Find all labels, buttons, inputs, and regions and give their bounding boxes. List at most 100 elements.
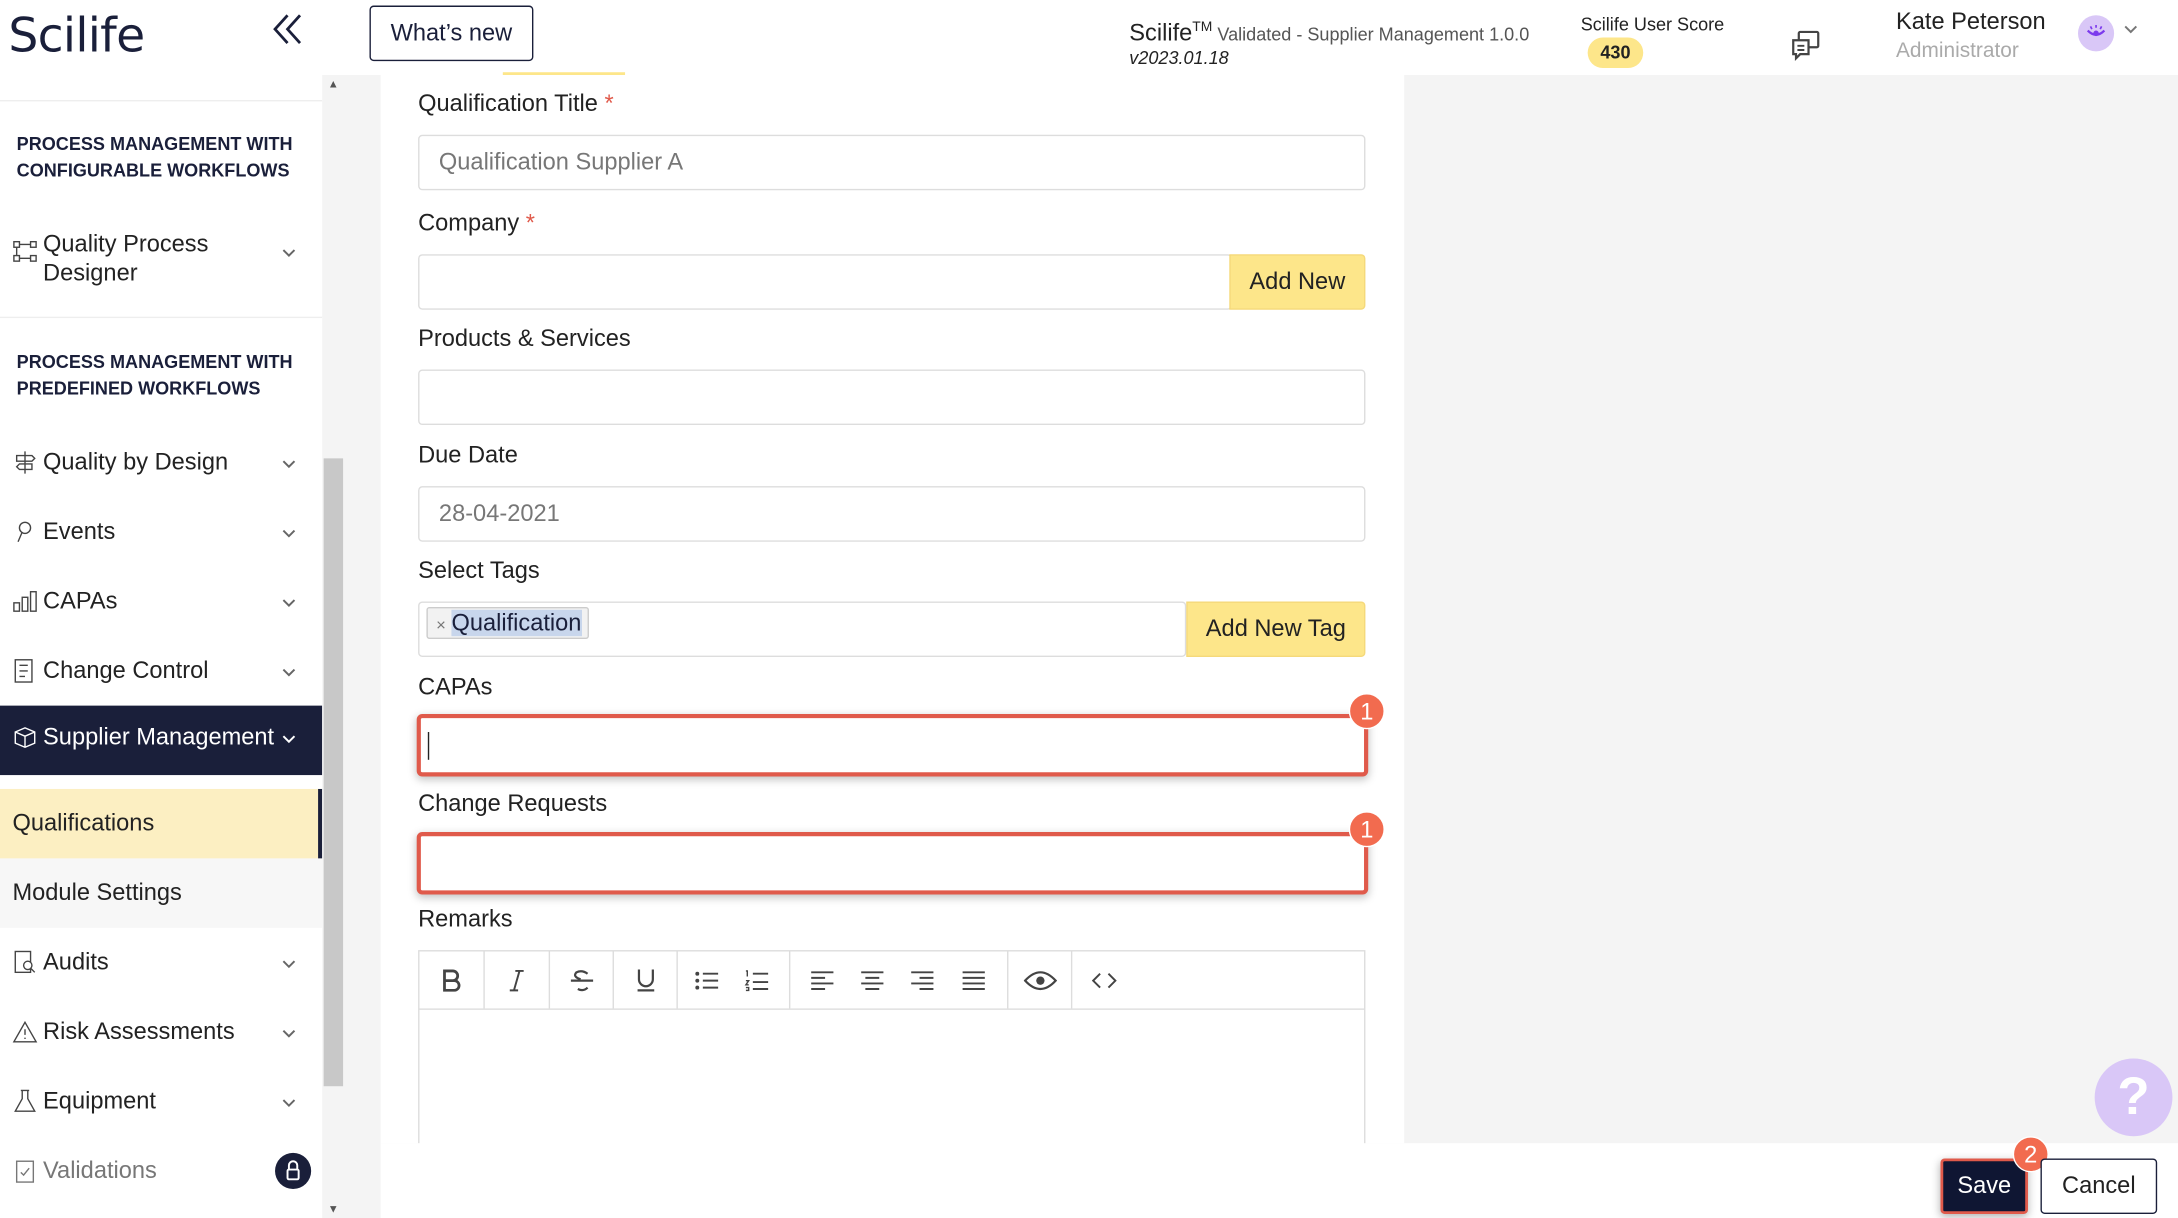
qualification-title-input[interactable]: Qualification Supplier A xyxy=(418,134,1366,191)
remarks-editor[interactable] xyxy=(418,950,1366,1159)
avatar[interactable] xyxy=(2077,15,2115,52)
products-services-label: Products & Services xyxy=(418,325,631,352)
clipboard-check-icon xyxy=(13,1158,38,1183)
code-view-icon[interactable] xyxy=(1072,951,1135,1008)
help-icon[interactable]: ? xyxy=(2094,1058,2173,1137)
sidebar: PROCESS MANAGEMENT WITH CONFIGURABLE WOR… xyxy=(0,75,323,1218)
scroll-down-icon[interactable]: ▼ xyxy=(328,1203,339,1216)
strikethrough-icon[interactable] xyxy=(550,951,613,1008)
chat-icon[interactable] xyxy=(1789,28,1822,62)
sidebar-item-audits[interactable]: Audits xyxy=(0,931,322,998)
capas-label: CAPAs xyxy=(418,673,493,701)
user-name[interactable]: Kate Peterson xyxy=(1896,8,2046,36)
bullet-list-icon[interactable] xyxy=(683,951,730,1008)
sidebar-item-label: Qualifications xyxy=(12,809,155,837)
change-requests-input[interactable] xyxy=(416,832,1369,895)
sidebar-item-validations[interactable]: Validations xyxy=(0,1139,322,1206)
sidebar-item-label: Module Settings xyxy=(12,879,182,906)
chevron-down-icon xyxy=(279,1024,298,1043)
cancel-button[interactable]: Cancel xyxy=(2040,1158,2158,1215)
sidebar-item-label: Supplier Management xyxy=(43,723,275,751)
align-right-icon[interactable] xyxy=(899,951,946,1008)
company-label: Company * xyxy=(418,210,535,238)
sidebar-subitem-qualifications[interactable]: Qualifications xyxy=(0,788,323,859)
chevron-down-icon xyxy=(279,243,298,262)
sidebar-item-label: Events xyxy=(43,518,116,545)
signpost-icon xyxy=(13,450,38,475)
divider xyxy=(0,100,323,102)
select-tags-label: Select Tags xyxy=(418,557,540,584)
remarks-label: Remarks xyxy=(418,905,513,933)
form-footer xyxy=(380,1143,2178,1218)
required-mark: * xyxy=(525,209,535,237)
italic-icon[interactable] xyxy=(485,951,549,1008)
sidebar-item-capas[interactable]: CAPAs xyxy=(0,570,322,637)
chevron-down-icon xyxy=(279,593,298,612)
document-flow-icon xyxy=(13,658,38,683)
whats-new-button[interactable]: What’s new xyxy=(369,5,534,62)
qualification-title-label: Qualification Title * xyxy=(418,90,614,118)
user-score-label: Scilife User Score xyxy=(1580,13,1725,35)
scroll-up-icon[interactable]: ▲ xyxy=(328,78,339,91)
label-text: Company xyxy=(418,209,520,237)
app-subtitle: Validated - Supplier Management 1.0.0 xyxy=(1212,23,1530,45)
chevron-down-icon xyxy=(279,663,298,682)
products-services-input[interactable] xyxy=(418,369,1366,426)
pin-icon xyxy=(13,519,38,544)
preview-eye-icon[interactable] xyxy=(1008,951,1071,1008)
bold-icon[interactable] xyxy=(419,951,483,1008)
box-icon xyxy=(13,725,38,750)
sidebar-scrollbar-thumb[interactable] xyxy=(323,458,344,1087)
company-input[interactable] xyxy=(418,254,1233,310)
collapse-sidebar-icon[interactable] xyxy=(272,11,303,55)
workflow-icon xyxy=(13,239,38,264)
user-menu-chevron-icon[interactable] xyxy=(2121,19,2140,38)
app-name: Scilife xyxy=(1129,19,1193,46)
warning-icon xyxy=(12,1020,38,1045)
section-heading-predefined: PROCESS MANAGEMENT WITH PREDEFINED WORKF… xyxy=(16,351,293,399)
sidebar-item-label: Risk Assessments xyxy=(43,1018,235,1045)
text-caret xyxy=(427,732,430,760)
align-left-icon[interactable] xyxy=(799,951,846,1008)
sidebar-item-label: Change Control xyxy=(43,657,209,684)
chevron-down-icon xyxy=(279,729,298,748)
change-requests-label: Change Requests xyxy=(418,790,608,817)
align-justify-icon[interactable] xyxy=(949,951,999,1008)
sidebar-item-label: Quality Process Designer xyxy=(43,230,209,287)
due-date-input[interactable]: 28-04-2021 xyxy=(418,486,1366,542)
sidebar-item-label: Quality by Design xyxy=(43,448,229,476)
chevron-down-icon xyxy=(279,1093,298,1112)
sidebar-item-risk-assessments[interactable]: Risk Assessments xyxy=(0,1000,322,1067)
sidebar-item-quality-process-designer[interactable]: Quality Process Designer xyxy=(0,219,322,286)
sidebar-item-supplier-management[interactable]: Supplier Management xyxy=(0,705,323,776)
align-center-icon[interactable] xyxy=(849,951,896,1008)
sidebar-item-label: CAPAs xyxy=(43,587,118,614)
right-panel xyxy=(1404,75,2178,1144)
sidebar-subitem-module-settings[interactable]: Module Settings xyxy=(0,858,323,928)
step-badge-1: 1 xyxy=(1348,693,1385,730)
step-badge-1: 1 xyxy=(1348,811,1385,848)
add-new-tag-button[interactable]: Add New Tag xyxy=(1186,601,1366,658)
audit-search-icon xyxy=(13,950,38,975)
sidebar-item-equipment[interactable]: Equipment xyxy=(0,1070,322,1137)
save-button[interactable]: Save xyxy=(1940,1158,2028,1215)
label-text: Qualification Title xyxy=(418,90,598,117)
underline-icon[interactable] xyxy=(614,951,677,1008)
user-score-badge: 430 xyxy=(1587,37,1644,69)
required-mark: * xyxy=(604,90,614,117)
section-heading-configurable: PROCESS MANAGEMENT WITH CONFIGURABLE WOR… xyxy=(16,133,293,181)
scilife-logo[interactable]: Scilife xyxy=(8,8,145,64)
capas-input[interactable] xyxy=(416,713,1369,777)
trademark: TM xyxy=(1192,19,1213,36)
app-title: ScilifeTM Validated - Supplier Managemen… xyxy=(1129,19,1529,47)
add-new-company-button[interactable]: Add New xyxy=(1229,254,1366,310)
flask-icon xyxy=(13,1089,38,1114)
sidebar-item-events[interactable]: Events xyxy=(0,500,322,567)
sidebar-item-label: Audits xyxy=(43,948,109,976)
editor-toolbar xyxy=(419,951,1365,1010)
sidebar-item-label: Validations xyxy=(43,1157,157,1184)
sidebar-item-change-control[interactable]: Change Control xyxy=(0,639,322,706)
sidebar-item-quality-by-design[interactable]: Quality by Design xyxy=(0,431,322,498)
remove-tag-icon[interactable]: × xyxy=(436,615,446,634)
numbered-list-icon[interactable] xyxy=(733,951,780,1008)
